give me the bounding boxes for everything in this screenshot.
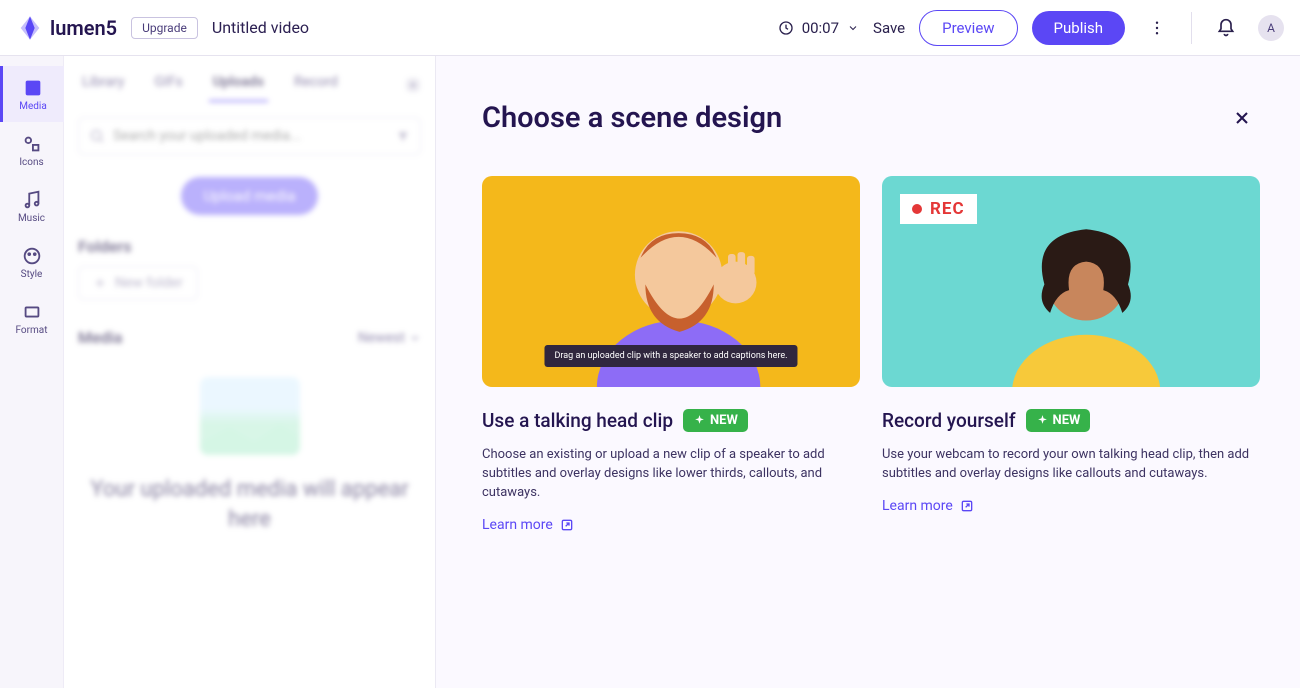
card-thumbnail: Drag an uploaded clip with a speaker to …	[482, 176, 860, 387]
left-sidebar: Media Icons Music Style Format	[0, 56, 64, 688]
card-thumbnail: REC	[882, 176, 1260, 387]
close-icon	[1232, 108, 1252, 128]
palette-icon	[21, 245, 43, 267]
sidebar-item-format[interactable]: Format	[0, 290, 64, 346]
bell-icon	[1216, 18, 1236, 38]
sidebar-item-style[interactable]: Style	[0, 234, 64, 290]
card-title: Record yourself	[882, 409, 1016, 432]
external-link-icon	[959, 498, 975, 514]
canvas-area: Choose a scene design Drag an uploaded c…	[436, 56, 1300, 688]
card-description: Choose an existing or upload a new clip …	[482, 446, 860, 503]
scene-card-record-yourself[interactable]: REC Record yourself NEW Use your webcam …	[882, 176, 1260, 533]
logo[interactable]: lumen5	[16, 14, 117, 42]
avatar[interactable]: A	[1258, 15, 1284, 41]
panel-overlay	[64, 56, 435, 688]
sparkle-icon	[693, 414, 706, 427]
notifications-button[interactable]	[1208, 10, 1244, 46]
sidebar-item-label: Format	[16, 325, 48, 336]
project-title[interactable]: Untitled video	[212, 18, 309, 37]
media-icon	[22, 77, 44, 99]
new-badge: NEW	[683, 409, 748, 432]
scene-card-talking-head[interactable]: Drag an uploaded clip with a speaker to …	[482, 176, 860, 533]
learn-more-link[interactable]: Learn more	[882, 498, 975, 514]
person-illustration	[991, 197, 1181, 387]
sidebar-item-label: Music	[18, 213, 45, 224]
more-menu-button[interactable]	[1139, 10, 1175, 46]
caption-overlay: Drag an uploaded clip with a speaker to …	[544, 345, 797, 367]
close-button[interactable]	[1232, 100, 1268, 136]
learn-more-link[interactable]: Learn more	[482, 517, 575, 533]
publish-button[interactable]: Publish	[1032, 11, 1125, 45]
dots-vertical-icon	[1148, 19, 1166, 37]
sparkle-icon	[1036, 414, 1049, 427]
upgrade-button[interactable]: Upgrade	[131, 17, 198, 39]
chevron-down-icon	[847, 22, 859, 34]
sidebar-item-music[interactable]: Music	[0, 178, 64, 234]
sidebar-item-label: Style	[21, 269, 43, 280]
shapes-icon	[21, 133, 43, 155]
badge-text: NEW	[1053, 413, 1081, 428]
badge-text: NEW	[710, 413, 738, 428]
save-button[interactable]: Save	[873, 19, 905, 37]
media-panel: Library GIFs Uploads Record Upload media…	[64, 56, 436, 688]
duration-display[interactable]: 00:07	[778, 19, 859, 37]
logo-text: lumen5	[50, 16, 117, 40]
sidebar-item-icons[interactable]: Icons	[0, 122, 64, 178]
modal-title: Choose a scene design	[482, 101, 782, 135]
new-badge: NEW	[1026, 409, 1091, 432]
duration-text: 00:07	[802, 19, 839, 37]
music-icon	[21, 189, 43, 211]
learn-more-text: Learn more	[482, 517, 553, 533]
sidebar-item-label: Icons	[19, 157, 43, 168]
rec-badge: REC	[900, 194, 977, 224]
sidebar-item-label: Media	[19, 101, 47, 112]
record-dot-icon	[912, 204, 922, 214]
preview-button[interactable]: Preview	[919, 10, 1017, 46]
format-icon	[21, 301, 43, 323]
logo-icon	[16, 14, 44, 42]
card-description: Use your webcam to record your own talki…	[882, 446, 1260, 484]
divider	[1191, 12, 1192, 44]
scene-design-modal: Choose a scene design Drag an uploaded c…	[436, 86, 1300, 688]
learn-more-text: Learn more	[882, 498, 953, 514]
rec-text: REC	[930, 199, 965, 219]
clock-icon	[778, 20, 794, 36]
external-link-icon	[559, 517, 575, 533]
card-title: Use a talking head clip	[482, 409, 673, 432]
sidebar-item-media[interactable]: Media	[0, 66, 64, 122]
